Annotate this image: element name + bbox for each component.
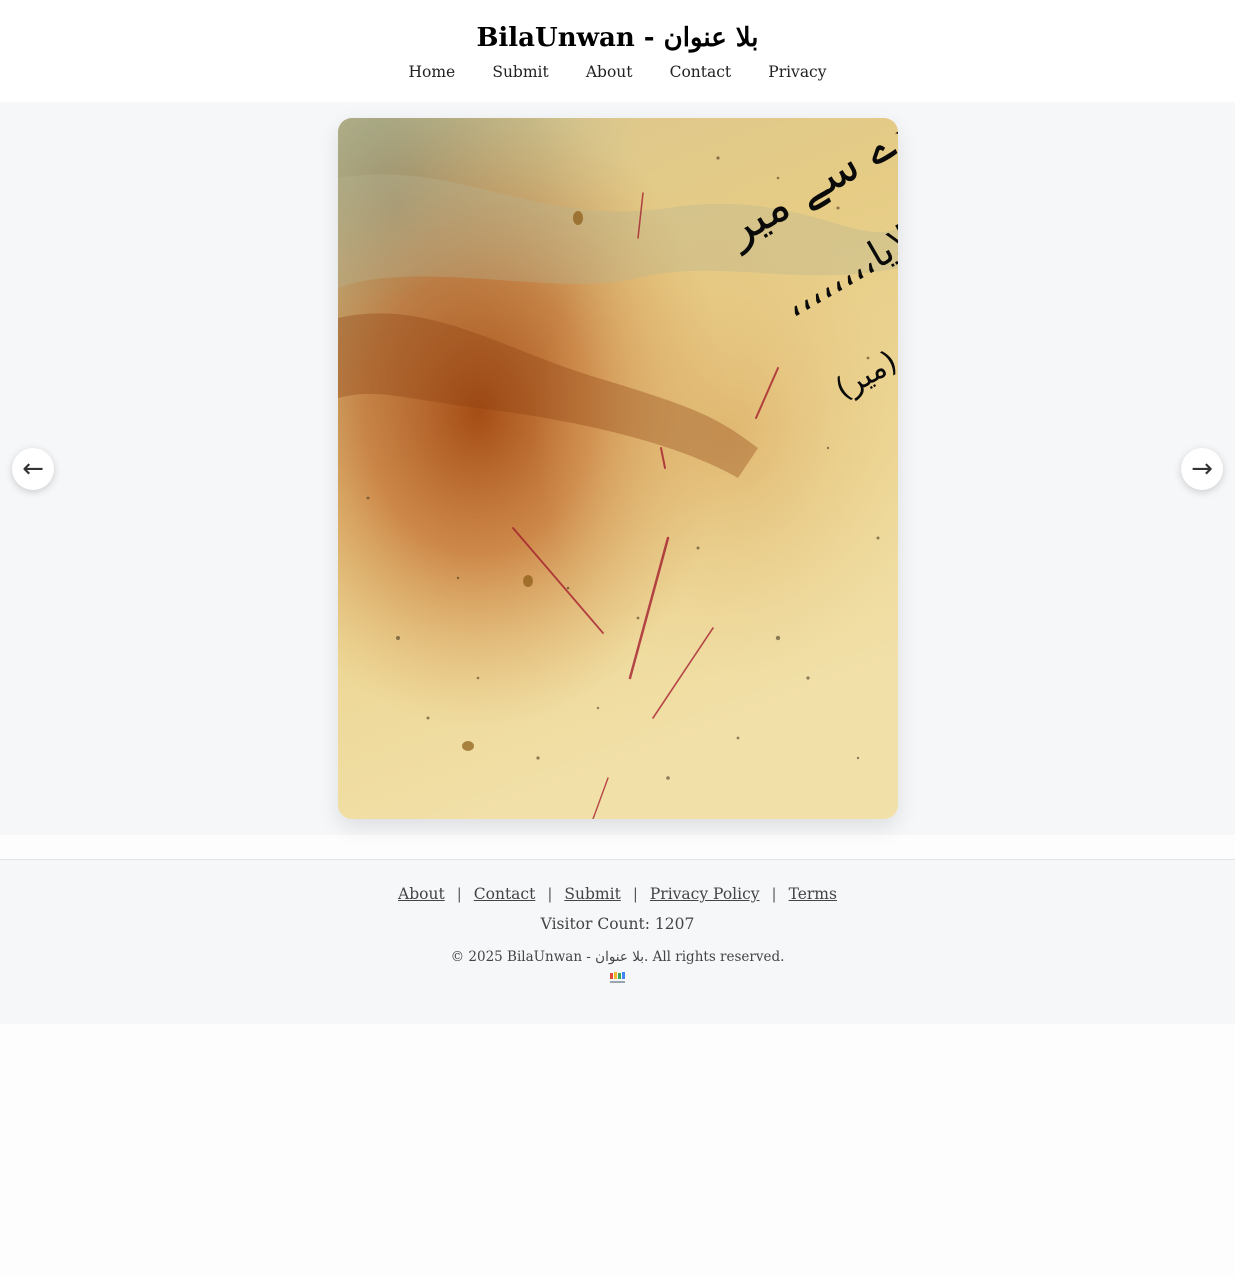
nav-home[interactable]: Home: [409, 63, 456, 81]
nav-about[interactable]: About: [586, 63, 633, 81]
footer-link-privacy-policy[interactable]: Privacy Policy: [650, 885, 760, 903]
site-title: BilaUnwan - بلا عنوان: [476, 23, 759, 53]
footer-link-contact[interactable]: Contact: [474, 885, 536, 903]
footer-links: About | Contact | Submit | Privacy Policy | Term…: [0, 884, 1235, 903]
next-button[interactable]: →: [1181, 448, 1223, 490]
nav-contact[interactable]: Contact: [670, 63, 732, 81]
main-nav: Home Submit About Contact Privacy: [0, 62, 1235, 81]
footer-link-submit[interactable]: Submit: [564, 885, 620, 903]
footer-logo: [607, 971, 629, 987]
prev-button[interactable]: ←: [12, 448, 54, 490]
footer-separator: |: [632, 885, 638, 903]
footer-link-about[interactable]: About: [398, 885, 445, 903]
footer-separator: |: [547, 885, 553, 903]
nav-privacy[interactable]: Privacy: [768, 63, 826, 81]
footer-link-terms[interactable]: Terms: [789, 885, 837, 903]
site-header: BilaUnwan - بلا عنوان Home Submit About …: [0, 0, 1235, 102]
footer-separator: |: [771, 885, 777, 903]
visitor-count: Visitor Count: 1207: [540, 915, 695, 933]
footer-separator: |: [456, 885, 462, 903]
poetry-image: اب تو جاتے ہیں میکدے سے میر پھر ملیں گے …: [338, 118, 898, 819]
poetry-artwork: اب تو جاتے ہیں میکدے سے میر پھر ملیں گے …: [338, 118, 898, 819]
arrow-left-icon: ←: [22, 454, 44, 484]
poetry-gallery: ← (میر) →: [0, 102, 1235, 835]
arrow-right-icon: →: [1191, 454, 1213, 484]
copyright: © 2025 BilaUnwan - بلا عنوان. All rights…: [450, 949, 785, 965]
footer-logo-icon: [609, 972, 625, 983]
site-footer: About | Contact | Submit | Privacy Policy | Term…: [0, 859, 1235, 1024]
nav-submit[interactable]: Submit: [492, 63, 548, 81]
